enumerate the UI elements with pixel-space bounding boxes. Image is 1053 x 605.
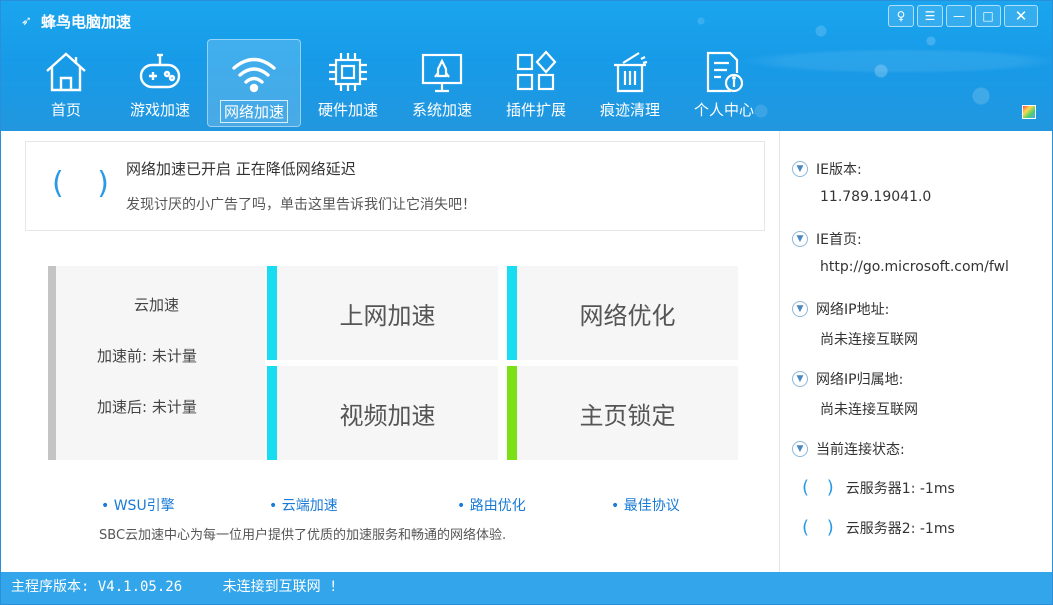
skin-icon[interactable]: [1022, 105, 1036, 119]
ie-version-value: 11.789.19041.0: [820, 189, 932, 205]
ip-location-value: 尚未连接互联网: [820, 402, 918, 418]
app-title: ➶ 蜂鸟电脑加速: [21, 11, 131, 32]
ie-homepage-value: http://go.microsoft.com/fwl: [820, 259, 1009, 275]
ip-location-label-text: 网络IP归属地:: [816, 372, 904, 388]
server1-status: ( ) 云服务器1: -1ms: [802, 477, 955, 498]
ie-version-label[interactable]: ▼ IE版本:: [792, 159, 862, 179]
nav-personal-center[interactable]: 个人中心: [677, 39, 771, 127]
ie-homepage-label-text: IE首页:: [816, 232, 862, 248]
nav-hardware-accel-label: 硬件加速: [317, 101, 378, 119]
feature-cloud-accel[interactable]: • 云端加速: [269, 495, 338, 515]
status-bar: 主程序版本: V4.1.05.26 未连接到互联网 !: [1, 572, 1052, 604]
accel-after-value: 加速后: 未计量: [97, 398, 197, 416]
app-window: ➶ 蜂鸟电脑加速 ♀ ☰ — □ ✕ 首页 游戏加速 网络加速 硬件加速 系统加…: [0, 0, 1053, 605]
plugin-icon: [511, 47, 561, 97]
chevron-down-icon: ▼: [792, 441, 808, 457]
acceleration-grid: 云加速 加速前: 未计量 加速后: 未计量 上网加速 网络优化 视频加速 主页锁…: [48, 266, 739, 460]
trash-icon: [605, 47, 655, 97]
nav-home[interactable]: 首页: [19, 39, 113, 127]
menu-button[interactable]: ☰: [917, 5, 943, 27]
feature-wsu-engine[interactable]: • WSU引擎: [101, 495, 175, 515]
nav-system-accel[interactable]: 系统加速: [395, 39, 489, 127]
network-status: 未连接到互联网 !: [222, 579, 338, 595]
connection-status-label[interactable]: ▼ 当前连接状态:: [792, 439, 905, 459]
nav-hardware-accel[interactable]: 硬件加速: [301, 39, 395, 127]
server2-status-text: 云服务器2: -1ms: [845, 521, 955, 537]
monitor-rocket-icon: [417, 47, 467, 97]
app-title-text: 蜂鸟电脑加速: [41, 13, 132, 31]
acceleration-status: ( ) 网络加速已开启 正在降低网络延迟 发现讨厌的小广告了吗，单击这里告诉我们…: [25, 141, 765, 231]
connection-status-label-text: 当前连接状态:: [816, 442, 905, 458]
service-description: SBC云加速中心为每一位用户提供了优质的加速服务和畅通的网络体验.: [99, 528, 507, 543]
web-accel-tile[interactable]: 上网加速: [267, 266, 498, 360]
chevron-down-icon: ▼: [792, 371, 808, 387]
program-version: 主程序版本: V4.1.05.26: [11, 579, 183, 595]
minimize-icon: —: [953, 9, 965, 23]
main-nav: 首页 游戏加速 网络加速 硬件加速 系统加速 插件扩展 痕迹清理 个人中心: [19, 39, 771, 127]
maximize-button[interactable]: □: [975, 5, 1001, 27]
feature-links: • WSU引擎 • 云端加速 • 路由优化 • 最佳协议: [101, 495, 761, 515]
nav-game-accel[interactable]: 游戏加速: [113, 39, 207, 127]
network-optimize-tile[interactable]: 网络优化: [507, 266, 738, 360]
gamepad-icon: [135, 47, 185, 97]
cloud-accel-summary: 云加速 加速前: 未计量 加速后: 未计量: [48, 266, 265, 460]
nav-trace-clean[interactable]: 痕迹清理: [583, 39, 677, 127]
main-panel: ( ) 网络加速已开启 正在降低网络延迟 发现讨厌的小广告了吗，单击这里告诉我们…: [1, 131, 779, 572]
server2-status: ( ) 云服务器2: -1ms: [802, 517, 955, 538]
nav-plugins[interactable]: 插件扩展: [489, 39, 583, 127]
chevron-down-icon: ▼: [792, 301, 808, 317]
video-accel-tile[interactable]: 视频加速: [267, 366, 498, 460]
feature-best-protocol[interactable]: • 最佳协议: [611, 495, 680, 515]
ip-address-value: 尚未连接互联网: [820, 332, 918, 348]
hummingbird-logo-icon: ➶: [21, 13, 32, 29]
menu-icon: ☰: [924, 9, 936, 23]
nav-plugins-label: 插件扩展: [505, 101, 566, 119]
cloud-accel-title: 云加速: [134, 296, 180, 314]
ip-location-label[interactable]: ▼ 网络IP归属地:: [792, 369, 903, 389]
nav-network-accel[interactable]: 网络加速: [207, 39, 301, 127]
homepage-lock-tile[interactable]: 主页锁定: [507, 366, 738, 460]
chevron-down-icon: ▼: [792, 161, 808, 177]
ad-report-link[interactable]: 发现讨厌的小广告了吗，单击这里告诉我们让它消失吧！: [126, 194, 476, 214]
minimize-button[interactable]: —: [946, 5, 972, 27]
chevron-down-icon: ▼: [792, 231, 808, 247]
nav-system-accel-label: 系统加速: [411, 101, 472, 119]
close-icon: ✕: [1014, 7, 1028, 25]
ie-version-label-text: IE版本:: [816, 162, 862, 178]
chip-icon: [323, 47, 373, 97]
nav-game-accel-label: 游戏加速: [129, 101, 190, 119]
ip-address-label-text: 网络IP地址:: [816, 302, 890, 318]
loading-spinner-icon: ( ): [52, 166, 121, 201]
loading-spinner-icon: ( ): [802, 477, 840, 498]
feedback-button[interactable]: ♀: [888, 5, 914, 27]
server1-status-text: 云服务器1: -1ms: [845, 481, 955, 497]
status-headline: 网络加速已开启 正在降低网络延迟: [126, 160, 356, 178]
loading-spinner-icon: ( ): [802, 517, 840, 538]
user-doc-icon: [699, 47, 749, 97]
ie-homepage-label[interactable]: ▼ IE首页:: [792, 229, 862, 249]
wifi-icon: [229, 48, 279, 98]
close-button[interactable]: ✕: [1004, 5, 1038, 27]
nav-home-label: 首页: [50, 101, 81, 119]
accel-before-value: 加速前: 未计量: [97, 347, 197, 365]
window-controls: ♀ ☰ — □ ✕: [888, 5, 1038, 27]
home-icon: [41, 47, 91, 97]
header: ➶ 蜂鸟电脑加速 ♀ ☰ — □ ✕ 首页 游戏加速 网络加速 硬件加速 系统加…: [1, 1, 1052, 131]
nav-trace-clean-label: 痕迹清理: [599, 101, 660, 119]
info-panel: ▼ IE版本: 11.789.19041.0 ▼ IE首页: http://go…: [779, 131, 1052, 572]
nav-personal-center-label: 个人中心: [693, 101, 754, 119]
feature-route-optimize[interactable]: • 路由优化: [457, 495, 526, 515]
nav-network-accel-label: 网络加速: [219, 100, 288, 123]
ip-address-label[interactable]: ▼ 网络IP地址:: [792, 299, 889, 319]
feedback-icon: ♀: [896, 9, 906, 23]
maximize-icon: □: [982, 9, 994, 23]
